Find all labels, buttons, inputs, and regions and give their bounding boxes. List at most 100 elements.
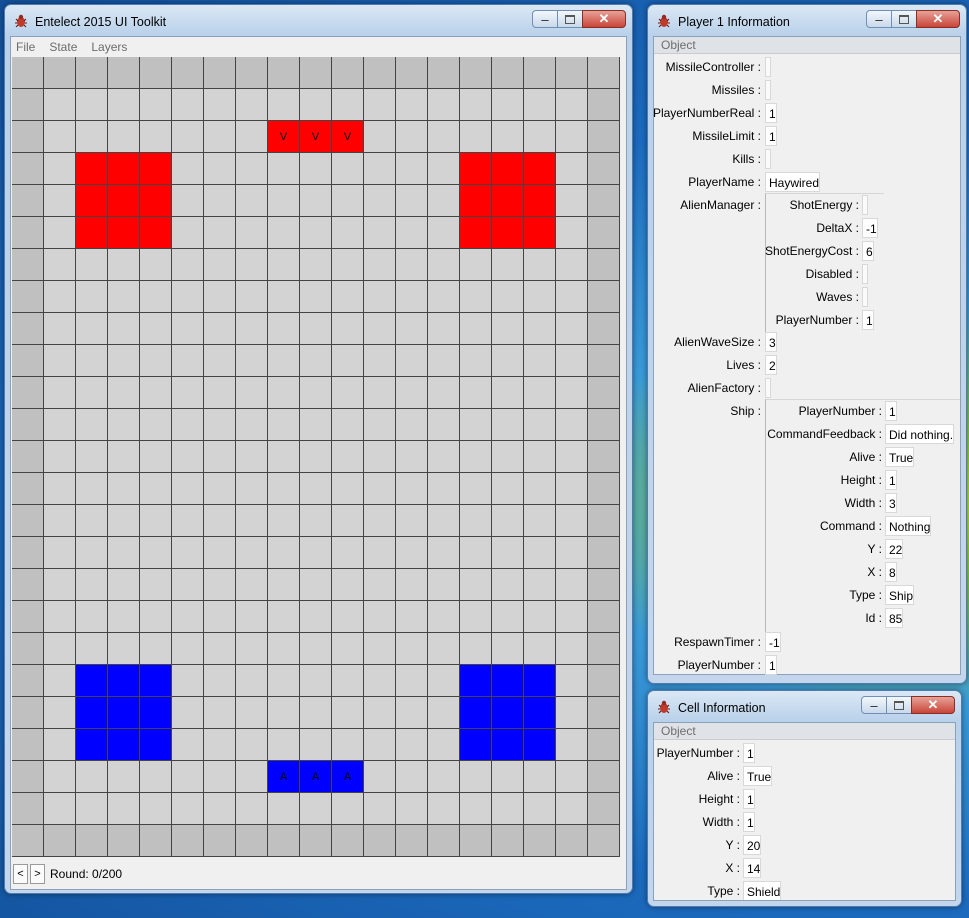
shield-cell-blue[interactable]	[524, 697, 556, 729]
board-cell[interactable]	[460, 601, 492, 633]
board-cell[interactable]	[140, 537, 172, 569]
board-cell[interactable]	[76, 281, 108, 313]
board-cell[interactable]	[204, 313, 236, 345]
board-cell[interactable]	[140, 377, 172, 409]
board-cell[interactable]	[556, 697, 588, 729]
wall-cell[interactable]	[12, 345, 44, 377]
board-cell[interactable]	[76, 793, 108, 825]
board-cell[interactable]	[332, 505, 364, 537]
board-cell[interactable]	[300, 217, 332, 249]
board-cell[interactable]	[108, 473, 140, 505]
board-cell[interactable]	[428, 409, 460, 441]
board-cell[interactable]	[556, 569, 588, 601]
board-cell[interactable]	[268, 217, 300, 249]
board-cell[interactable]	[396, 473, 428, 505]
board-cell[interactable]	[460, 761, 492, 793]
board-cell[interactable]	[268, 153, 300, 185]
board-cell[interactable]	[332, 409, 364, 441]
wall-cell[interactable]	[12, 601, 44, 633]
board-cell[interactable]	[140, 633, 172, 665]
next-round-button[interactable]: >	[30, 864, 45, 884]
board-cell[interactable]	[556, 345, 588, 377]
board-cell[interactable]	[76, 377, 108, 409]
board-cell[interactable]	[364, 153, 396, 185]
wall-cell[interactable]	[12, 665, 44, 697]
wall-cell[interactable]	[428, 825, 460, 857]
board-cell[interactable]	[524, 281, 556, 313]
wall-cell[interactable]	[12, 473, 44, 505]
board-cell[interactable]	[428, 121, 460, 153]
board-cell[interactable]	[492, 249, 524, 281]
board-cell[interactable]	[140, 249, 172, 281]
board-cell[interactable]	[460, 505, 492, 537]
board-cell[interactable]	[44, 537, 76, 569]
board-cell[interactable]	[492, 313, 524, 345]
board-cell[interactable]	[300, 249, 332, 281]
board-cell[interactable]	[364, 729, 396, 761]
board-cell[interactable]	[204, 697, 236, 729]
wall-cell[interactable]	[236, 57, 268, 89]
board-cell[interactable]	[172, 601, 204, 633]
wall-cell[interactable]	[524, 825, 556, 857]
board-cell[interactable]	[108, 633, 140, 665]
board-cell[interactable]	[364, 569, 396, 601]
board-cell[interactable]	[396, 729, 428, 761]
wall-cell[interactable]	[428, 57, 460, 89]
board-cell[interactable]	[172, 505, 204, 537]
wall-cell[interactable]	[588, 761, 620, 793]
board-cell[interactable]	[556, 249, 588, 281]
board-cell[interactable]	[460, 377, 492, 409]
game-board[interactable]: VVV AAA	[12, 57, 620, 857]
board-cell[interactable]	[140, 121, 172, 153]
board-cell[interactable]	[140, 761, 172, 793]
board-cell[interactable]	[172, 761, 204, 793]
wall-cell[interactable]	[108, 57, 140, 89]
board-cell[interactable]	[524, 409, 556, 441]
board-cell[interactable]	[524, 473, 556, 505]
board-cell[interactable]	[428, 217, 460, 249]
board-cell[interactable]	[44, 409, 76, 441]
wall-cell[interactable]	[172, 825, 204, 857]
wall-cell[interactable]	[396, 825, 428, 857]
board-cell[interactable]	[556, 217, 588, 249]
board-cell[interactable]	[492, 345, 524, 377]
board-cell[interactable]	[332, 217, 364, 249]
board-cell[interactable]	[172, 473, 204, 505]
board-cell[interactable]	[108, 281, 140, 313]
wall-cell[interactable]	[588, 249, 620, 281]
board-cell[interactable]	[556, 313, 588, 345]
board-cell[interactable]	[364, 313, 396, 345]
board-cell[interactable]	[236, 409, 268, 441]
board-cell[interactable]	[172, 441, 204, 473]
board-cell[interactable]	[236, 633, 268, 665]
wall-cell[interactable]	[588, 89, 620, 121]
board-cell[interactable]	[556, 409, 588, 441]
board-cell[interactable]	[204, 569, 236, 601]
wall-cell[interactable]	[204, 57, 236, 89]
wall-cell[interactable]	[588, 569, 620, 601]
board-cell[interactable]	[108, 409, 140, 441]
wall-cell[interactable]	[588, 441, 620, 473]
main-titlebar[interactable]: Entelect 2015 UI Toolkit – ✕	[5, 5, 632, 35]
board-cell[interactable]	[300, 505, 332, 537]
board-cell[interactable]	[204, 89, 236, 121]
shield-cell-blue[interactable]	[108, 665, 140, 697]
board-cell[interactable]	[428, 313, 460, 345]
board-cell[interactable]	[268, 377, 300, 409]
shield-cell-blue[interactable]	[108, 729, 140, 761]
maximize-button[interactable]	[891, 10, 917, 28]
board-cell[interactable]	[44, 569, 76, 601]
wall-cell[interactable]	[588, 633, 620, 665]
board-cell[interactable]	[556, 729, 588, 761]
board-cell[interactable]	[204, 377, 236, 409]
wall-cell[interactable]	[588, 537, 620, 569]
board-cell[interactable]	[460, 89, 492, 121]
board-cell[interactable]	[204, 441, 236, 473]
board-cell[interactable]	[108, 345, 140, 377]
ship-cell-blue[interactable]: A	[332, 761, 364, 793]
minimize-button[interactable]: –	[861, 696, 887, 714]
board-cell[interactable]	[268, 281, 300, 313]
shield-cell-red[interactable]	[492, 153, 524, 185]
board-cell[interactable]	[300, 537, 332, 569]
board-cell[interactable]	[364, 249, 396, 281]
